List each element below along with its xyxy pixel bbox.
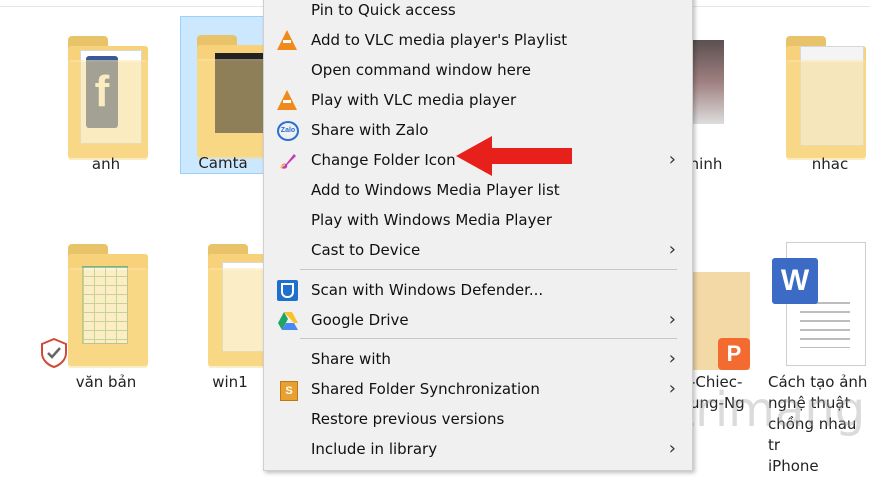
menu-item-label: Share with Zalo: [311, 121, 429, 139]
context-menu: Pin to Quick access Add to VLC media pla…: [263, 0, 693, 471]
chevron-right-icon: ›: [668, 348, 676, 369]
caption-line: iPhone: [768, 457, 819, 475]
menu-item-cast-to-device[interactable]: Cast to Device ›: [264, 235, 692, 265]
folder-label: win1: [212, 373, 248, 391]
menu-item-restore-previous-versions[interactable]: Restore previous versions: [264, 404, 692, 434]
word-document-icon[interactable]: W: [772, 242, 868, 372]
pdf-badge-icon: P: [718, 338, 750, 370]
folder-icon: [68, 244, 148, 368]
menu-separator: [300, 269, 677, 270]
folder-item-camta[interactable]: Camta: [180, 16, 277, 174]
red-arrow-annotation: [456, 136, 572, 176]
folder-label: Camta: [198, 154, 248, 172]
word-logo-icon: W: [772, 258, 818, 304]
folder-icon: [786, 36, 866, 160]
menu-item-share-with[interactable]: Share with ›: [264, 344, 692, 374]
menu-item-label: Scan with Windows Defender...: [311, 281, 544, 299]
folder-item-win1[interactable]: win1: [196, 226, 288, 391]
zalo-icon: Zalo: [277, 120, 299, 142]
menu-item-add-wmp-list[interactable]: Add to Windows Media Player list: [264, 175, 692, 205]
menu-item-open-command-window[interactable]: Open command window here: [264, 55, 692, 85]
menu-item-play-wmp[interactable]: Play with Windows Media Player: [264, 205, 692, 235]
menu-item-label: Add to VLC media player's Playlist: [311, 31, 568, 49]
chevron-right-icon: ›: [668, 239, 676, 260]
menu-item-label: Cast to Device: [311, 241, 421, 259]
chevron-right-icon: ›: [668, 309, 676, 330]
google-drive-icon: [277, 310, 299, 332]
folder-icon: f: [68, 36, 148, 160]
menu-item-scan-defender[interactable]: Scan with Windows Defender...: [264, 275, 692, 305]
menu-separator: [300, 338, 677, 339]
menu-item-label: Play with Windows Media Player: [311, 211, 552, 229]
menu-item-label: Google Drive: [311, 311, 409, 329]
menu-item-label: Shared Folder Synchronization: [311, 380, 540, 398]
menu-item-label: Change Folder Icon: [311, 151, 456, 169]
vlc-icon: [277, 90, 299, 112]
menu-item-label: Restore previous versions: [311, 410, 505, 428]
folder-item-nhac[interactable]: nhac: [770, 18, 870, 178]
folder-label: anh: [91, 155, 121, 173]
chevron-right-icon: ›: [668, 438, 676, 459]
menu-item-label: Pin to Quick access: [311, 1, 456, 19]
folder-label: nhac: [811, 155, 849, 173]
menu-item-shared-folder-sync[interactable]: S Shared Folder Synchronization ›: [264, 374, 692, 404]
menu-item-label: Add to Windows Media Player list: [311, 181, 560, 199]
windows-defender-icon: [277, 280, 299, 302]
image-thumbnail: [690, 40, 724, 124]
menu-item-pin-quick-access[interactable]: Pin to Quick access: [264, 0, 692, 25]
chevron-right-icon: ›: [668, 149, 676, 170]
menu-item-add-vlc-playlist[interactable]: Add to VLC media player's Playlist: [264, 25, 692, 55]
menu-item-google-drive[interactable]: Google Drive ›: [264, 305, 692, 335]
shared-folder-sync-icon: S: [277, 379, 299, 401]
menu-item-label: Play with VLC media player: [311, 91, 517, 109]
menu-item-label: Include in library: [311, 440, 438, 458]
menu-item-play-vlc[interactable]: Play with VLC media player: [264, 85, 692, 115]
security-shield-icon: [41, 338, 67, 368]
paintbrush-icon: [277, 150, 299, 172]
vlc-icon: [277, 30, 299, 52]
menu-item-label: Share with: [311, 350, 391, 368]
menu-item-label: Open command window here: [311, 61, 531, 79]
folder-item-anh[interactable]: f anh: [46, 18, 166, 178]
folder-label: văn bản: [75, 373, 137, 391]
menu-item-include-in-library[interactable]: Include in library ›: [264, 434, 692, 464]
chevron-right-icon: ›: [668, 378, 676, 399]
